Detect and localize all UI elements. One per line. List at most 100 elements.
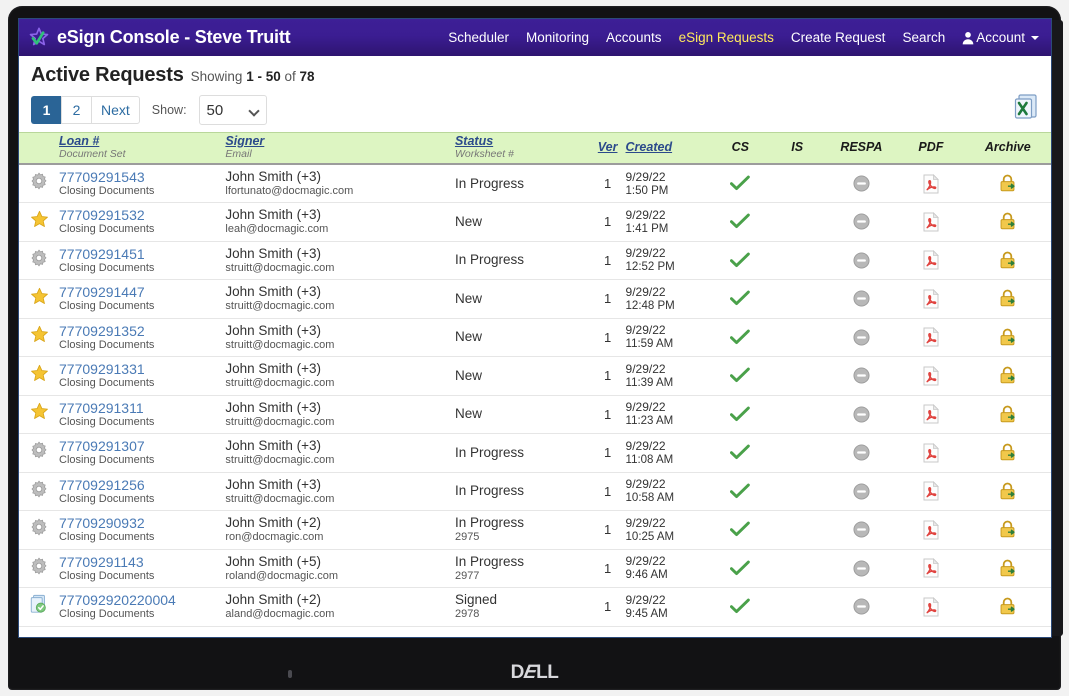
gear-icon[interactable] xyxy=(30,172,48,190)
minus-circle-icon[interactable] xyxy=(853,175,870,192)
row-archive-cell[interactable] xyxy=(964,472,1051,511)
row-pdf-cell[interactable] xyxy=(897,549,965,588)
row-respa-cell[interactable] xyxy=(825,318,898,357)
nav-item-esign-requests[interactable]: eSign Requests xyxy=(679,30,774,45)
col-header-ver[interactable]: Ver xyxy=(589,132,626,165)
row-pdf-cell[interactable] xyxy=(897,510,965,550)
row-respa-cell[interactable] xyxy=(825,202,898,242)
gear-icon[interactable] xyxy=(30,441,48,459)
gear-icon[interactable] xyxy=(30,557,48,575)
nav-item-account[interactable]: Account xyxy=(962,30,1039,45)
row-state-cell[interactable] xyxy=(19,549,60,588)
row-respa-cell[interactable] xyxy=(825,356,898,396)
archive-lock-icon[interactable] xyxy=(998,174,1017,193)
table-row[interactable]: 77709291143 Closing Documents John Smith (… xyxy=(19,549,1051,588)
minus-circle-icon[interactable] xyxy=(853,251,870,269)
row-pdf-cell[interactable] xyxy=(897,241,965,280)
pdf-icon[interactable] xyxy=(922,519,940,540)
loan-number-link[interactable]: 77709291532 xyxy=(59,207,225,223)
loan-number-link[interactable]: 77709291143 xyxy=(59,554,225,570)
row-pdf-cell[interactable] xyxy=(897,395,965,434)
brand-area[interactable]: eSign Console - Steve Truitt xyxy=(19,27,291,49)
archive-lock-icon[interactable] xyxy=(998,520,1017,539)
row-archive-cell[interactable] xyxy=(964,202,1051,242)
loan-number-link[interactable]: 77709291543 xyxy=(59,169,225,185)
table-row[interactable]: 77709291543 Closing Documents John Smith (… xyxy=(19,164,1051,203)
col-header-created-label[interactable]: Created xyxy=(626,141,712,154)
pdf-icon[interactable] xyxy=(922,442,940,463)
table-row[interactable]: 777092920220004 Closing Documents John Smi… xyxy=(19,587,1051,627)
pdf-icon[interactable] xyxy=(922,288,940,309)
row-pdf-cell[interactable] xyxy=(897,587,965,627)
archive-lock-icon[interactable] xyxy=(998,328,1017,347)
row-pdf-cell[interactable] xyxy=(897,279,965,319)
row-state-cell[interactable] xyxy=(19,433,60,473)
minus-circle-icon[interactable] xyxy=(853,328,870,346)
minus-circle-icon[interactable] xyxy=(853,521,870,538)
nav-item-accounts[interactable]: Accounts xyxy=(606,30,662,45)
page-button-1[interactable]: 1 xyxy=(31,96,61,124)
row-respa-cell[interactable] xyxy=(825,587,898,627)
row-state-cell[interactable] xyxy=(19,318,60,357)
row-archive-cell[interactable] xyxy=(964,356,1051,396)
row-archive-cell[interactable] xyxy=(964,318,1051,357)
pdf-icon[interactable] xyxy=(922,365,940,386)
row-state-cell[interactable] xyxy=(19,587,60,627)
table-row[interactable]: 77709291352 Closing Documents John Smith (… xyxy=(19,318,1051,357)
gear-icon[interactable] xyxy=(30,518,48,536)
loan-number-link[interactable]: 77709291451 xyxy=(59,246,225,262)
table-row[interactable]: 77709291532 Closing Documents John Smith (… xyxy=(19,202,1051,242)
pdf-icon[interactable] xyxy=(922,173,940,194)
row-state-cell[interactable] xyxy=(19,279,60,319)
col-header-status[interactable]: Status Worksheet # xyxy=(454,132,590,165)
row-respa-cell[interactable] xyxy=(825,241,898,280)
star-icon[interactable] xyxy=(30,402,49,421)
table-row[interactable]: 77709291447 Closing Documents John Smith (… xyxy=(19,279,1051,319)
archive-lock-icon[interactable] xyxy=(998,366,1017,385)
gear-icon[interactable] xyxy=(30,480,48,498)
row-state-cell[interactable] xyxy=(19,241,60,280)
loan-number-link[interactable]: 77709291447 xyxy=(59,284,225,300)
nav-item-monitoring[interactable]: Monitoring xyxy=(526,30,589,45)
pdf-icon[interactable] xyxy=(922,211,940,232)
page-button-2[interactable]: 2 xyxy=(61,96,91,124)
nav-item-scheduler[interactable]: Scheduler xyxy=(448,30,509,45)
page-button-next[interactable]: Next xyxy=(91,96,140,124)
row-archive-cell[interactable] xyxy=(964,241,1051,280)
row-archive-cell[interactable] xyxy=(964,279,1051,319)
row-respa-cell[interactable] xyxy=(825,472,898,511)
minus-circle-icon[interactable] xyxy=(853,482,870,500)
star-icon[interactable] xyxy=(30,210,49,229)
archive-lock-icon[interactable] xyxy=(998,405,1017,424)
row-respa-cell[interactable] xyxy=(825,164,898,203)
pdf-icon[interactable] xyxy=(922,404,940,424)
nav-item-search[interactable]: Search xyxy=(902,30,945,45)
table-row[interactable]: 77709291256 Closing Documents John Smith (… xyxy=(19,472,1051,511)
star-icon[interactable] xyxy=(30,325,49,344)
row-respa-cell[interactable] xyxy=(825,433,898,473)
row-pdf-cell[interactable] xyxy=(897,318,965,357)
archive-lock-icon[interactable] xyxy=(998,251,1017,270)
gear-icon[interactable] xyxy=(30,249,48,267)
col-header-loan[interactable]: Loan # Document Set xyxy=(59,132,226,165)
row-pdf-cell[interactable] xyxy=(897,202,965,242)
row-archive-cell[interactable] xyxy=(964,510,1051,550)
loan-number-link[interactable]: 77709291331 xyxy=(59,361,225,377)
col-header-status-label[interactable]: Status xyxy=(455,135,590,148)
nav-item-create-request[interactable]: Create Request xyxy=(791,30,886,45)
minus-circle-icon[interactable] xyxy=(853,213,870,230)
row-respa-cell[interactable] xyxy=(825,279,898,319)
col-header-loan-label[interactable]: Loan # xyxy=(59,135,225,148)
minus-circle-icon[interactable] xyxy=(853,290,870,307)
archive-lock-icon[interactable] xyxy=(998,482,1017,501)
loan-number-link[interactable]: 777092920220004 xyxy=(59,592,225,608)
minus-circle-icon[interactable] xyxy=(853,367,870,384)
col-header-created[interactable]: Created xyxy=(625,132,712,165)
row-archive-cell[interactable] xyxy=(964,587,1051,627)
pdf-icon[interactable] xyxy=(922,596,940,617)
row-state-cell[interactable] xyxy=(19,356,60,396)
col-header-ver-label[interactable]: Ver xyxy=(590,141,626,154)
table-row[interactable]: 77709291451 Closing Documents John Smith (… xyxy=(19,241,1051,280)
row-state-cell[interactable] xyxy=(19,202,60,242)
col-header-signer-label[interactable]: Signer xyxy=(225,135,455,148)
